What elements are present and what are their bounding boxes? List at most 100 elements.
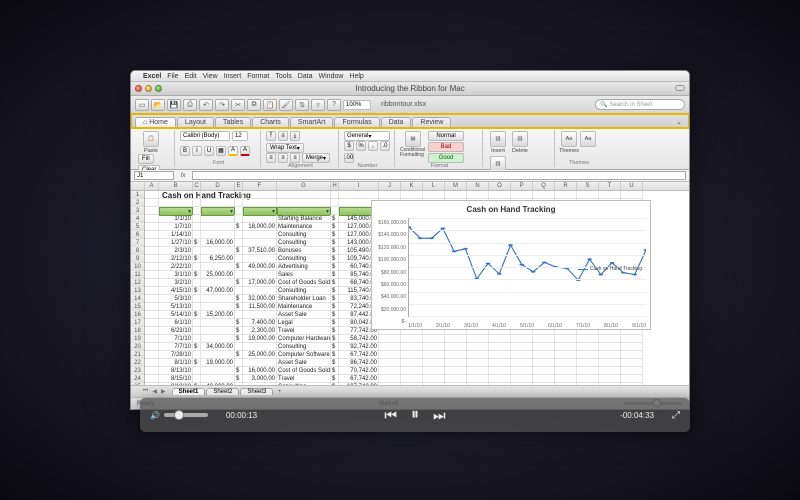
underline-button[interactable]: U — [204, 146, 214, 156]
redo-icon[interactable]: ↷ — [215, 99, 229, 111]
sheet-nav-first-icon[interactable]: ⏮ — [143, 388, 148, 395]
new-doc-icon[interactable]: ▭ — [135, 99, 149, 111]
help-icon[interactable]: ? — [327, 99, 341, 111]
window-title: Introducing the Ribbon for Mac — [131, 84, 689, 93]
style-good[interactable]: Good — [428, 153, 464, 163]
insert-cells-button[interactable]: ▥Insert — [488, 131, 508, 154]
font-name-select[interactable]: Calibri (Body) — [180, 131, 230, 141]
scissors-icon[interactable]: ✂ — [231, 99, 245, 111]
print-icon[interactable]: ⎙ — [183, 99, 197, 111]
row-headers[interactable]: 1234567891011121314151617181920212223242… — [131, 191, 145, 385]
menu-data[interactable]: Data — [298, 73, 313, 80]
embedded-chart[interactable]: Cash on Hand Tracking $160,000.00$140,00… — [371, 200, 651, 330]
wrap-text-button[interactable]: Wrap Text ▾ — [266, 143, 304, 153]
filter-icon[interactable]: ▿ — [311, 99, 325, 111]
tab-tables[interactable]: Tables — [215, 117, 251, 127]
currency-icon[interactable]: $ — [344, 141, 354, 151]
align-right-icon[interactable]: ≡ — [290, 153, 300, 163]
menu-view[interactable]: View — [203, 73, 218, 80]
format-painter-icon[interactable]: 🖌 — [279, 99, 293, 111]
themes-button[interactable]: AaThemes — [560, 131, 578, 154]
sheet-nav-prev-icon[interactable]: ◀ — [152, 388, 157, 395]
chart-y-axis: $160,000.00$140,000.00$120,000.00$100,00… — [374, 218, 408, 327]
tab-formulas[interactable]: Formulas — [334, 117, 379, 127]
increase-decimal-icon[interactable]: .00 — [344, 153, 354, 163]
align-middle-icon[interactable]: ≡ — [278, 131, 288, 141]
menu-tools[interactable]: Tools — [275, 73, 291, 80]
menu-help[interactable]: Help — [349, 73, 363, 80]
percent-icon[interactable]: % — [356, 141, 366, 151]
align-center-icon[interactable]: ≡ — [278, 153, 288, 163]
paste-icon[interactable]: 📋 — [263, 99, 277, 111]
titlebar-toggle-icon[interactable] — [675, 85, 685, 91]
bold-button[interactable]: B — [180, 146, 190, 156]
sheet-tab-1[interactable]: Sheet1 — [172, 388, 206, 395]
align-top-icon[interactable]: ⤒ — [266, 131, 276, 141]
menu-window[interactable]: Window — [319, 73, 344, 80]
chart-title: Cash on Hand Tracking — [372, 201, 650, 216]
tab-home[interactable]: ⌂Home — [135, 117, 176, 127]
spreadsheet-grid[interactable]: ABCDEFGHIJKLMNOPQRSTU 123456789101112131… — [131, 182, 689, 385]
search-icon: 🔍 — [600, 101, 607, 108]
sheet-tab-2[interactable]: Sheet2 — [206, 388, 239, 395]
next-icon[interactable]: ⏭ — [433, 407, 446, 424]
italic-button[interactable]: I — [192, 146, 202, 156]
pause-icon[interactable]: ⏸ — [411, 406, 419, 424]
volume-knob[interactable] — [174, 410, 184, 420]
style-normal[interactable]: Normal — [428, 131, 464, 141]
add-sheet-icon[interactable]: + — [274, 389, 284, 395]
tab-review[interactable]: Review — [412, 117, 451, 127]
align-bottom-icon[interactable]: ⤓ — [290, 131, 300, 141]
style-bad[interactable]: Bad — [428, 142, 464, 152]
merge-button[interactable]: Merge ▾ — [302, 153, 330, 163]
tab-layout[interactable]: Layout — [177, 117, 214, 127]
fill-button[interactable]: Fill — [138, 154, 154, 164]
undo-icon[interactable]: ↶ — [199, 99, 213, 111]
menu-edit[interactable]: Edit — [185, 73, 197, 80]
volume-slider[interactable] — [164, 413, 208, 417]
sort-icon[interactable]: ⇅ — [295, 99, 309, 111]
column-headers[interactable]: ABCDEFGHIJKLMNOPQRSTU — [131, 182, 689, 191]
decrease-decimal-icon[interactable]: .0 — [380, 141, 390, 151]
border-icon[interactable]: ▦ — [216, 146, 226, 156]
menu-insert[interactable]: Insert — [224, 73, 242, 80]
theme-fonts-button[interactable]: Aa — [580, 131, 596, 147]
tab-smartart[interactable]: SmartArt — [290, 117, 334, 127]
menu-file[interactable]: File — [167, 73, 178, 80]
tab-data[interactable]: Data — [381, 117, 412, 127]
clipboard-icon: 📋 — [143, 131, 159, 147]
themes-icon: Aa — [561, 131, 577, 147]
open-icon[interactable]: 📂 — [151, 99, 165, 111]
sheet-tab-3[interactable]: Sheet3 — [240, 388, 273, 395]
delete-cells-button[interactable]: ▥Delete — [510, 131, 530, 154]
delete-cells-label: Delete — [512, 148, 528, 154]
app-menu[interactable]: Excel — [143, 73, 161, 80]
sheet-nav-next-icon[interactable]: ▶ — [161, 388, 166, 395]
function-icon[interactable]: fx — [176, 173, 190, 179]
ribbon-group-alignment: ⤒ ≡ ⤓ Wrap Text ▾ ≡ ≡ ≡ Merge ▾ Alignmen… — [263, 130, 339, 167]
menu-format[interactable]: Format — [247, 73, 269, 80]
copy-icon[interactable]: ⧉ — [247, 99, 261, 111]
conditional-formatting-button[interactable]: ▤Conditional Formatting — [400, 131, 426, 158]
tab-charts[interactable]: Charts — [252, 117, 289, 127]
paste-button[interactable]: 📋Paste — [138, 131, 164, 154]
previous-icon[interactable]: ⏮ — [384, 407, 397, 424]
number-format-select[interactable]: General ▾ — [344, 131, 390, 141]
search-in-sheet-input[interactable]: 🔍 Search in Sheet — [595, 99, 685, 110]
font-size-select[interactable]: 12 — [232, 131, 248, 141]
fullscreen-icon[interactable]: ⤢ — [672, 410, 680, 421]
fill-color-icon[interactable]: A — [228, 146, 238, 156]
ribbon-collapse-icon[interactable]: ⌄ — [673, 117, 685, 127]
formula-input[interactable] — [192, 171, 686, 180]
volume-icon[interactable]: 🔊 — [150, 411, 160, 420]
volume-control[interactable]: 🔊 — [150, 411, 208, 420]
font-color-icon[interactable]: A — [240, 146, 250, 156]
transport-controls: ⏮ ⏸ ⏭ — [384, 406, 445, 424]
cell-reference-input[interactable]: J1 — [134, 171, 174, 180]
sheet-tabs: ⏮ ◀ ▶ Sheet1 Sheet2 Sheet3 + — [131, 385, 689, 397]
save-icon[interactable]: 💾 — [167, 99, 181, 111]
zoom-level[interactable]: 100% — [343, 100, 371, 110]
comma-icon[interactable]: , — [368, 141, 378, 151]
ribbon-group-font: Calibri (Body) 12 B I U ▦ A A Font — [177, 130, 261, 167]
align-left-icon[interactable]: ≡ — [266, 153, 276, 163]
